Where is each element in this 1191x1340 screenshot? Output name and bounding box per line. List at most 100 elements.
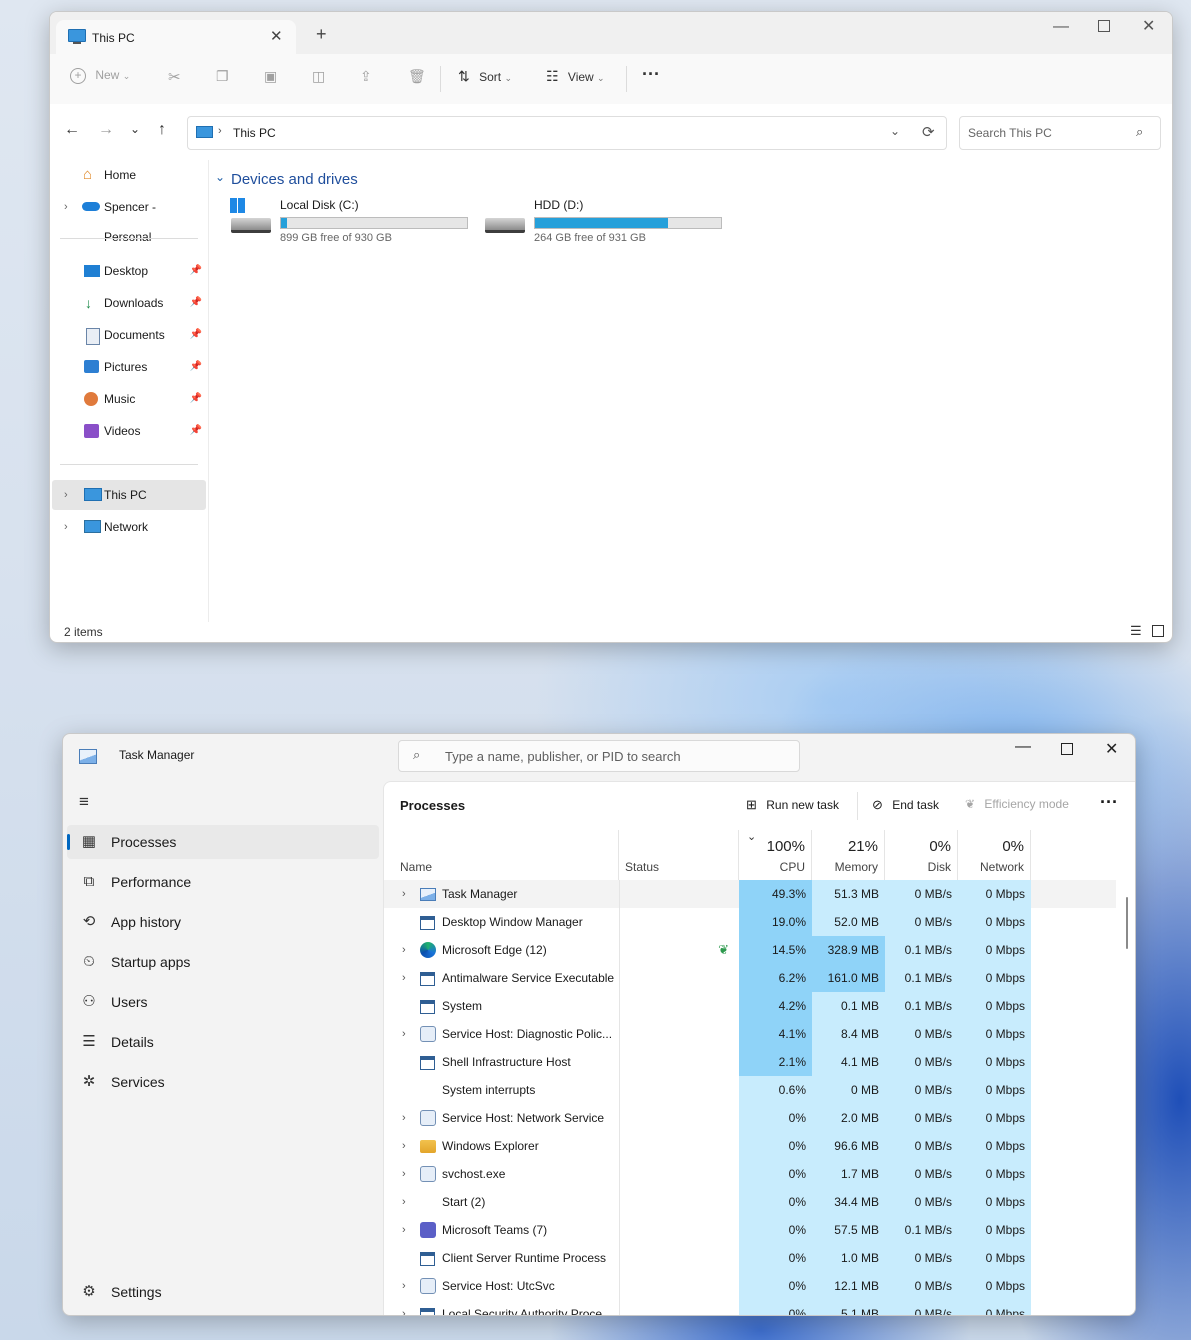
nav-home[interactable]: ⌂ Home xyxy=(52,160,206,190)
expand-icon[interactable]: › xyxy=(402,1020,406,1048)
table-row[interactable]: › Service Host: Diagnostic Polic... 4.1% 8.… xyxy=(384,1020,1116,1048)
nav-downloads[interactable]: ↓ Downloads 📌 xyxy=(52,288,206,318)
search-box[interactable]: ⌕ Type a name, publisher, or PID to sear… xyxy=(398,740,800,772)
table-row[interactable]: › Windows Explorer 0% 96.6 MB 0 MB/s 0 Mbps xyxy=(384,1132,1116,1160)
view-button[interactable]: ☷ View ⌄ xyxy=(546,68,605,85)
app-icon xyxy=(420,1252,435,1266)
tab-this-pc[interactable]: This PC ✕ xyxy=(56,20,296,54)
drive-c[interactable]: Local Disk (C:) 899 GB free of 930 GB xyxy=(229,196,469,246)
nav-users[interactable]: ⚇ Users xyxy=(67,985,379,1019)
refresh-icon[interactable]: ⟳ xyxy=(922,123,935,141)
expand-icon[interactable]: › xyxy=(402,1272,406,1300)
table-row[interactable]: › Microsoft Edge (12) ❦ 14.5% 328.9 MB 0.1 MB… xyxy=(384,936,1116,964)
expand-icon[interactable]: › xyxy=(402,1132,406,1160)
new-tab-icon[interactable]: + xyxy=(316,24,327,45)
task-manager-icon xyxy=(79,749,97,764)
expand-icon[interactable]: › xyxy=(402,1300,406,1315)
more-options-icon[interactable]: ··· xyxy=(642,64,660,85)
table-row[interactable]: › Antimalware Service Executable 6.2% 161.0… xyxy=(384,964,1116,992)
cut-icon[interactable]: ✂ xyxy=(168,68,181,86)
nav-videos[interactable]: Videos 📌 xyxy=(52,416,206,446)
table-row[interactable]: Client Server Runtime Process 0% 1.0 MB 0 M… xyxy=(384,1244,1116,1272)
table-row[interactable]: Desktop Window Manager 19.0% 52.0 MB 0 MB/s… xyxy=(384,908,1116,936)
address-bar[interactable]: › This PC ⌄ ⟳ xyxy=(187,116,947,150)
app-icon xyxy=(420,1308,435,1315)
details-view-icon[interactable]: ☰ xyxy=(1130,623,1142,639)
table-row[interactable]: › Task Manager 49.3% 51.3 MB 0 MB/s 0 Mbps xyxy=(384,880,1116,908)
column-header-name[interactable]: Name xyxy=(384,830,619,880)
table-row[interactable]: › Service Host: UtcSvc 0% 12.1 MB 0 MB/s 0 Mb… xyxy=(384,1272,1116,1300)
task-manager-window: Task Manager ≡ ▦ Processes ⧉ Performance ⟲ Ap… xyxy=(62,733,1136,1316)
table-row[interactable]: › svchost.exe 0% 1.7 MB 0 MB/s 0 Mbps xyxy=(384,1160,1116,1188)
nav-network[interactable]: › Network xyxy=(52,512,206,542)
address-dropdown-icon[interactable]: ⌄ xyxy=(890,124,900,138)
expand-icon[interactable]: › xyxy=(402,1160,406,1188)
expand-icon[interactable]: › xyxy=(402,880,406,908)
expand-icon[interactable]: › xyxy=(402,1216,406,1244)
search-box[interactable]: Search This PC ⌕ xyxy=(959,116,1161,150)
close-window-icon[interactable]: ✕ xyxy=(1142,16,1155,36)
hard-drive-icon xyxy=(485,218,525,233)
new-button[interactable]: + New ⌄ xyxy=(70,68,130,84)
up-icon[interactable]: ↑ xyxy=(158,121,166,139)
column-header-status[interactable]: Status xyxy=(619,830,739,880)
efficiency-mode-button[interactable]: ❦ Efficiency mode xyxy=(965,797,1069,811)
scrollbar-thumb[interactable] xyxy=(1126,897,1128,949)
drive-d[interactable]: HDD (D:) 264 GB free of 931 GB xyxy=(483,196,723,246)
table-row[interactable]: System interrupts 0.6% 0 MB 0 MB/s 0 Mbps xyxy=(384,1076,1116,1104)
column-header-network[interactable]: 0% Network xyxy=(958,830,1031,880)
nav-documents[interactable]: Documents 📌 xyxy=(52,320,206,350)
run-new-task-button[interactable]: ⊞ Run new task xyxy=(746,797,839,813)
nav-onedrive[interactable]: › Spencer - Personal xyxy=(52,192,206,244)
maximize-icon[interactable] xyxy=(1061,743,1073,755)
nav-services[interactable]: ✲ Services xyxy=(67,1065,379,1099)
nav-app-history[interactable]: ⟲ App history xyxy=(67,905,379,939)
table-row[interactable]: › Local Security Authority Proce... 0% 5.1 … xyxy=(384,1300,1116,1315)
nav-pictures[interactable]: Pictures 📌 xyxy=(52,352,206,382)
nav-performance[interactable]: ⧉ Performance xyxy=(67,865,379,899)
nav-details[interactable]: ☰ Details xyxy=(67,1025,379,1059)
expand-icon[interactable]: › xyxy=(402,1188,406,1216)
end-task-button[interactable]: ⊘ End task xyxy=(872,797,939,813)
column-header-cpu[interactable]: ⌄ 100% CPU xyxy=(739,830,812,880)
delete-icon[interactable]: 🗑 xyxy=(408,68,426,85)
sort-button[interactable]: ⇅ Sort ⌄ xyxy=(458,68,512,85)
hamburger-menu-icon[interactable]: ≡ xyxy=(79,792,89,812)
share-icon[interactable]: ⇪ xyxy=(360,68,372,85)
nav-desktop[interactable]: Desktop 📌 xyxy=(52,256,206,286)
column-header-memory[interactable]: 21% Memory xyxy=(812,830,885,880)
table-row[interactable]: › Service Host: Network Service 0% 2.0 MB 0 … xyxy=(384,1104,1116,1132)
forward-icon[interactable]: → xyxy=(98,121,114,139)
breadcrumb[interactable]: This PC xyxy=(233,126,276,140)
minimize-icon[interactable]: — xyxy=(1053,18,1069,36)
nav-settings[interactable]: ⚙ Settings xyxy=(67,1275,379,1309)
tiles-view-icon[interactable] xyxy=(1152,625,1164,637)
search-input[interactable]: Type a name, publisher, or PID to search xyxy=(445,749,681,764)
expand-icon[interactable]: › xyxy=(402,1104,406,1132)
paste-icon[interactable]: ▣ xyxy=(264,68,277,85)
table-row[interactable]: › Start (2) 0% 34.4 MB 0 MB/s 0 Mbps xyxy=(384,1188,1116,1216)
expand-icon[interactable]: › xyxy=(402,936,406,964)
nav-startup-apps[interactable]: ⏲ Startup apps xyxy=(67,945,379,979)
table-row[interactable]: System 4.2% 0.1 MB 0.1 MB/s 0 Mbps xyxy=(384,992,1116,1020)
close-tab-icon[interactable]: ✕ xyxy=(270,27,283,45)
processes-panel: Processes ⊞ Run new task ⊘ End task ❦ Ef… xyxy=(383,781,1135,1315)
network-cell: 0 Mbps xyxy=(958,1076,1031,1104)
rename-icon[interactable]: ◫ xyxy=(312,68,325,85)
table-row[interactable]: Shell Infrastructure Host 2.1% 4.1 MB 0 MB/… xyxy=(384,1048,1116,1076)
column-header-disk[interactable]: 0% Disk xyxy=(885,830,958,880)
nav-this-pc[interactable]: › This PC xyxy=(52,480,206,510)
table-row[interactable]: › Microsoft Teams (7) 0% 57.5 MB 0.1 MB/s 0 M… xyxy=(384,1216,1116,1244)
copy-icon[interactable]: ❐ xyxy=(216,68,229,85)
nav-processes[interactable]: ▦ Processes xyxy=(67,825,379,859)
search-input[interactable]: Search This PC xyxy=(968,126,1052,140)
close-window-icon[interactable]: ✕ xyxy=(1105,739,1118,759)
recent-locations-icon[interactable]: ⌄ xyxy=(130,122,140,136)
back-icon[interactable]: ← xyxy=(64,121,80,139)
nav-music[interactable]: Music 📌 xyxy=(52,384,206,414)
minimize-icon[interactable]: — xyxy=(1015,738,1031,756)
more-options-icon[interactable]: ··· xyxy=(1100,792,1118,813)
maximize-icon[interactable] xyxy=(1098,20,1110,32)
collapse-section-icon[interactable]: ⌄ xyxy=(215,170,225,184)
expand-icon[interactable]: › xyxy=(402,964,406,992)
